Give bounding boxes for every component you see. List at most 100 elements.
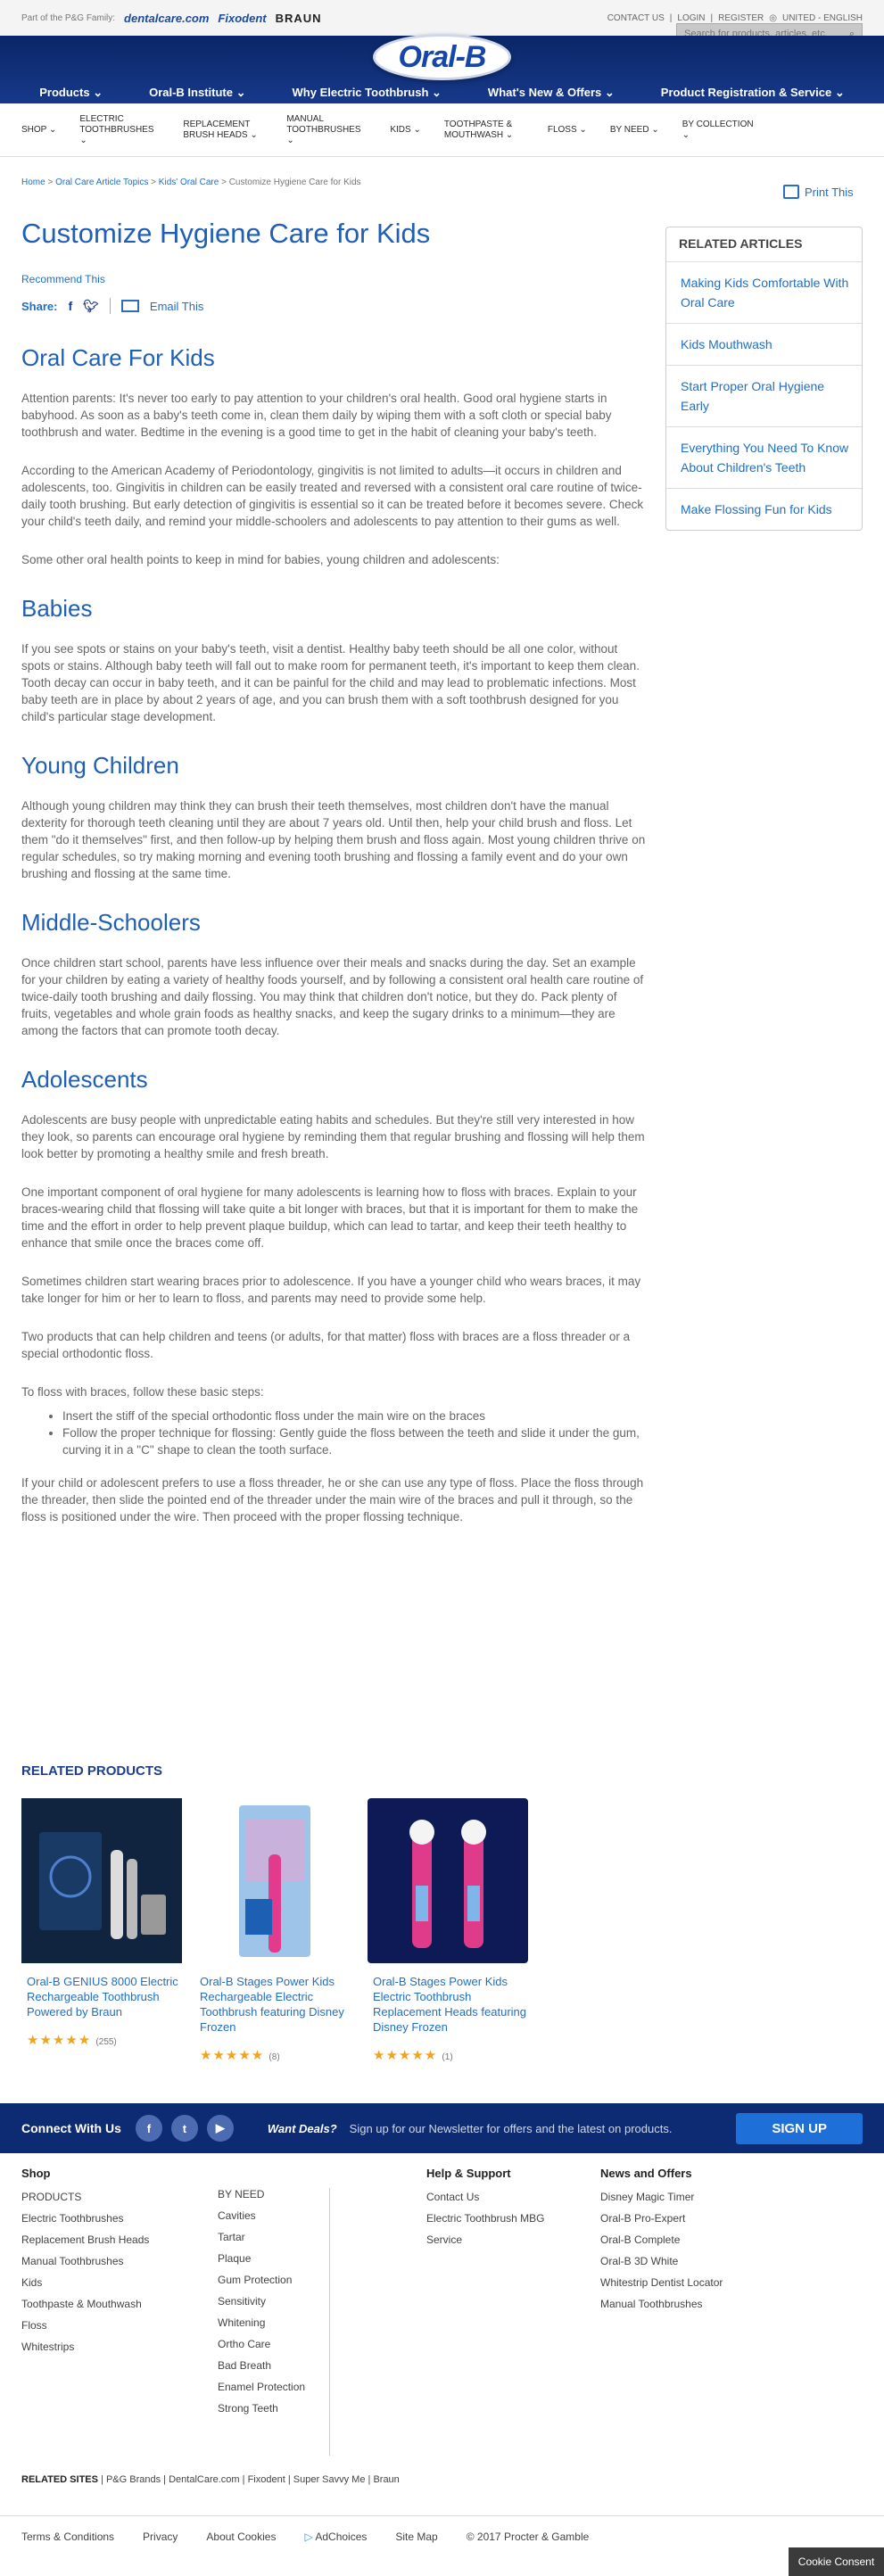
related-site-link[interactable]: P&G Brands [106,2474,161,2485]
footer-link[interactable]: Cavities [218,2209,329,2222]
print-button[interactable]: Print This [783,185,854,199]
frozen-toothbrush-image [239,1804,310,1957]
nav-products[interactable]: Products ⌄ [16,86,126,100]
replacement-heads-image [409,1819,486,1948]
related-articles-title: RELATED ARTICLES [666,236,862,262]
footer-link[interactable]: Electric Toothbrushes [21,2212,218,2225]
brand-fixodent-link[interactable]: Fixodent [218,12,266,25]
related-site-link[interactable]: Super Savvy Me [293,2474,366,2485]
region-selector[interactable]: UNITED - ENGLISH [782,13,863,23]
footer-link[interactable]: Service [426,2233,600,2246]
email-icon[interactable] [120,300,139,312]
cat-electric-toothbrushes[interactable]: ELECTRIC TOOTHBRUSHES ⌄ [79,114,160,146]
footer-link[interactable]: Whitestrips [21,2341,218,2353]
footer-link[interactable]: PRODUCTS [21,2191,218,2203]
footer-link[interactable]: Electric Toothbrush MBG [426,2212,600,2225]
related-site-link[interactable]: Braun [373,2474,399,2485]
adolescents-paragraph-1: Adolescents are busy people with unpredi… [21,1113,645,1160]
recommend-link[interactable]: Recommend This [21,273,646,285]
sign-up-button[interactable]: SIGN UP [736,2112,863,2144]
related-article-link[interactable]: Start Proper Oral Hygiene Early [666,366,862,427]
related-site-link[interactable]: DentalCare.com [169,2474,239,2485]
cat-by-need[interactable]: BY NEED ⌄ [610,125,659,136]
brand-dentalcare-link[interactable]: dentalcare.com [124,12,209,25]
footer-link[interactable]: Kids [21,2276,218,2289]
footer-link[interactable]: Whitening [218,2316,329,2329]
footer-link[interactable]: Ortho Care [218,2338,329,2350]
twitter-icon[interactable]: 🐦︎ [83,299,99,314]
footer-link[interactable]: Oral-B 3D White [600,2255,779,2267]
breadcrumb-home[interactable]: Home [21,178,45,187]
breadcrumb-kids[interactable]: Kids' Oral Care [159,178,219,187]
footer-link[interactable]: Tartar [218,2231,329,2243]
about-cookies-link[interactable]: About Cookies [206,2531,276,2543]
site-map-link[interactable]: Site Map [395,2531,437,2543]
breadcrumb-topics[interactable]: Oral Care Article Topics [55,178,148,187]
footer-link[interactable]: Disney Magic Timer [600,2191,779,2203]
footer-help-title: Help & Support [426,2167,511,2180]
privacy-link[interactable]: Privacy [143,2531,178,2543]
oral-b-logo[interactable]: Oral-B [373,34,511,80]
footer-link[interactable]: Toothpaste & Mouthwash [21,2298,218,2310]
cat-shop[interactable]: SHOP ⌄ [21,125,56,136]
product-image[interactable] [368,1798,528,1963]
footer-link[interactable]: Floss [21,2319,218,2332]
product-card[interactable]: Oral-B GENIUS 8000 Electric Rechargeable… [21,1798,182,2063]
terms-link[interactable]: Terms & Conditions [21,2531,114,2543]
product-image[interactable] [194,1798,355,1963]
related-site-link[interactable]: Fixodent [248,2474,285,2485]
nav-whats-new[interactable]: What's New & Offers ⌄ [465,86,638,100]
login-link[interactable]: LOGIN [677,13,705,23]
brand-braun-link[interactable]: BRAUN [276,12,322,25]
product-name-link[interactable]: Oral-B GENIUS 8000 Electric Rechargeable… [21,1974,182,2019]
page-title: Customize Hygiene Care for Kids [21,218,431,249]
nav-oral-b-institute[interactable]: Oral-B Institute ⌄ [126,86,269,100]
footer-link[interactable]: Oral-B Pro-Expert [600,2212,779,2225]
footer-link[interactable]: Plaque [218,2252,329,2265]
related-article-link[interactable]: Kids Mouthwash [666,324,862,366]
babies-paragraph: If you see spots or stains on your baby'… [21,642,640,723]
product-image[interactable] [21,1798,182,1963]
email-this-link[interactable]: Email This [150,300,203,313]
footer-link[interactable]: Sensitivity [218,2295,329,2308]
product-card[interactable]: Oral-B Stages Power Kids Electric Toothb… [368,1798,528,2063]
register-link[interactable]: REGISTER [718,13,764,23]
cat-kids[interactable]: KIDS ⌄ [390,125,421,136]
cat-toothpaste[interactable]: TOOTHPASTE & MOUTHWASH ⌄ [444,120,525,141]
youtube-icon[interactable]: ▶ [206,2115,234,2142]
facebook-icon[interactable]: f [135,2115,162,2142]
product-name-link[interactable]: Oral-B Stages Power Kids Electric Toothb… [368,1974,528,2035]
related-article-link[interactable]: Make Flossing Fun for Kids [666,489,862,530]
related-article-link[interactable]: Everything You Need To Know About Childr… [666,427,862,489]
cat-replacement-heads[interactable]: REPLACEMENT BRUSH HEADS ⌄ [183,120,263,141]
footer-link[interactable]: Replacement Brush Heads [21,2233,218,2246]
footer-link[interactable]: Gum Protection [218,2274,329,2286]
product-name-link[interactable]: Oral-B Stages Power Kids Rechargeable El… [194,1974,355,2035]
footer-link[interactable]: Contact Us [426,2191,600,2203]
facebook-icon[interactable]: f [68,299,72,313]
list-item: Follow the proper technique for flossing… [62,1424,646,1458]
nav-why-electric[interactable]: Why Electric Toothbrush ⌄ [269,86,465,100]
footer-link[interactable]: Oral-B Complete [600,2233,779,2246]
related-article-link[interactable]: Making Kids Comfortable With Oral Care [666,262,862,324]
footer-link[interactable]: Manual Toothbrushes [21,2255,218,2267]
cat-by-collection[interactable]: BY COLLECTION ⌄ [682,120,763,141]
rating-stars: ★★★★★ (255) [27,2033,117,2048]
nav-product-registration[interactable]: Product Registration & Service ⌄ [638,86,868,100]
footer-link[interactable]: Manual Toothbrushes [600,2298,779,2310]
footer-link[interactable]: Enamel Protection [218,2381,329,2393]
main-nav: Products ⌄ Oral-B Institute ⌄ Why Electr… [0,86,884,100]
cat-floss[interactable]: FLOSS ⌄ [548,125,587,136]
cookie-consent-button[interactable]: Cookie Consent [789,2547,884,2576]
twitter-icon[interactable]: t [170,2115,198,2142]
footer-link[interactable]: Whitestrip Dentist Locator [600,2276,779,2289]
related-products-title: RELATED PRODUCTS [21,1763,163,1779]
adchoices-link[interactable]: ▷ AdChoices [304,2531,367,2543]
cat-manual-toothbrushes[interactable]: MANUAL TOOTHBRUSHES ⌄ [286,114,367,146]
footer-link[interactable]: Bad Breath [218,2359,329,2372]
contact-us-link[interactable]: CONTACT US [607,13,665,23]
footer-link[interactable]: Strong Teeth [218,2402,329,2415]
product-card[interactable]: Oral-B Stages Power Kids Rechargeable El… [194,1798,355,2063]
young-children-paragraph: Although young children may think they c… [21,799,646,880]
footer-link[interactable]: BY NEED [218,2188,329,2200]
